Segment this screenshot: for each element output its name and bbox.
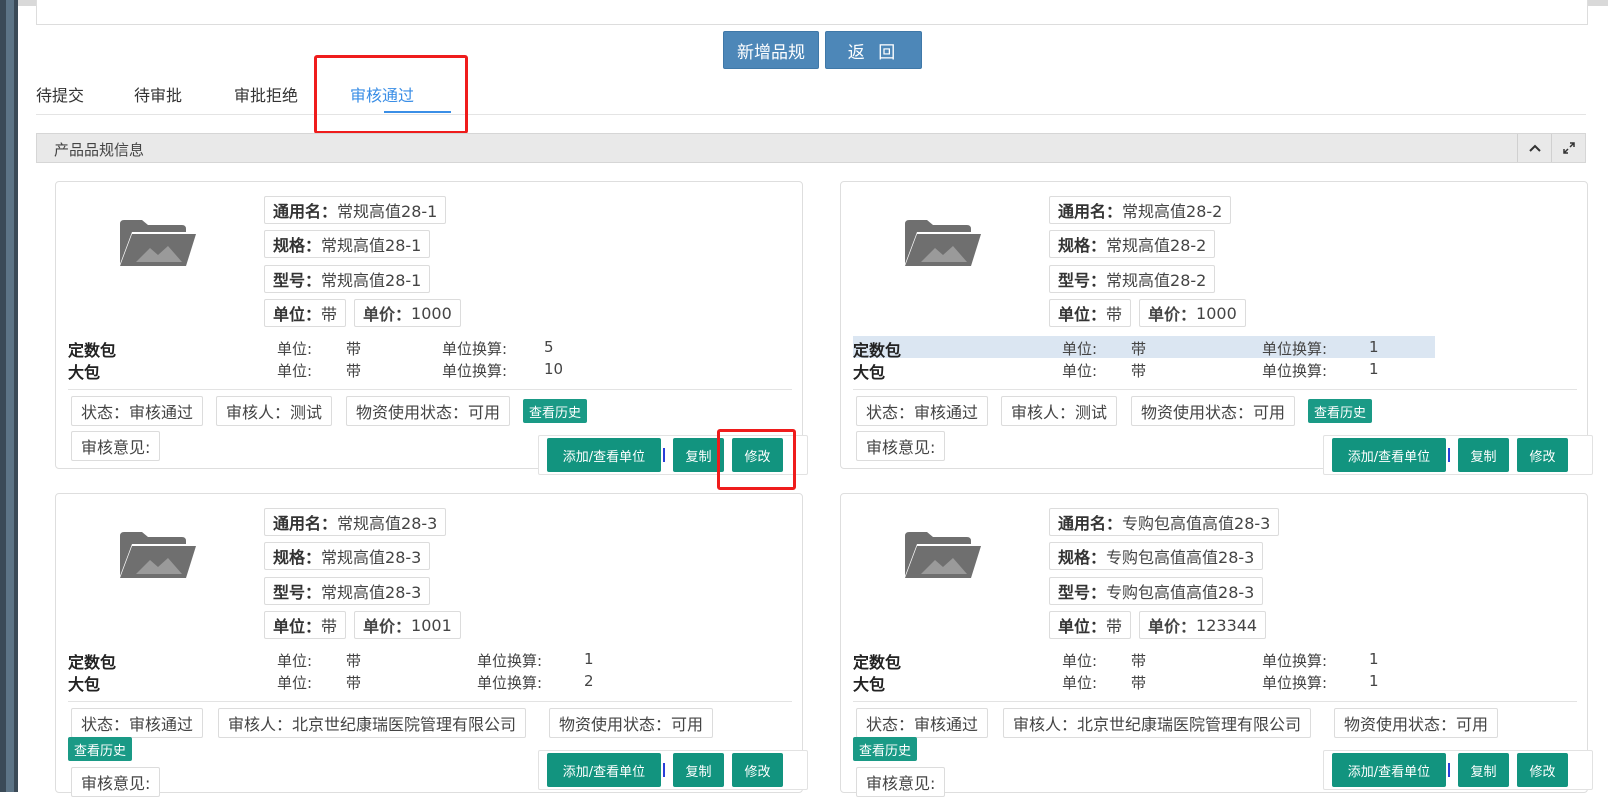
separator <box>1448 763 1450 777</box>
back-button[interactable]: 返 回 <box>825 31 922 69</box>
spec-card: 通用名：常规高值28-3 规格：常规高值28-3 型号：常规高值28-3 单位：… <box>55 493 808 797</box>
toolbar: 新增品规 返 回 <box>723 31 922 69</box>
tab-pending-approval[interactable]: 待审批 <box>134 82 182 106</box>
view-history-button[interactable]: 查看历史 <box>68 737 133 761</box>
edit-button[interactable]: 修改 <box>1517 438 1568 472</box>
package-row: 大包 单位: 带 单位换算: 10 <box>68 360 564 382</box>
usage-status-badge: 物资使用状态：可用 <box>1334 708 1499 738</box>
unit-field: 单位：带 <box>1049 611 1132 639</box>
review-opinion: 审核意见: <box>71 431 161 461</box>
price-field: 单价： 1001 <box>354 611 461 639</box>
usage-status-badge: 物资使用状态：可用 <box>1131 396 1296 426</box>
copy-button[interactable]: 复制 <box>673 753 724 787</box>
folder-image-icon <box>120 220 196 266</box>
unit-field: 单位：带 <box>1049 299 1132 327</box>
unit-field: 单位：带 <box>264 611 347 639</box>
spec-field: 规格：常规高值28-1 <box>264 230 431 258</box>
reviewer-badge: 审核人：北京世纪康瑞医院管理有限公司 <box>218 708 527 738</box>
package-row: 定数包 单位: 带 单位换算: 1 <box>68 650 594 672</box>
separator <box>663 763 665 777</box>
spec-field: 规格：常规高值28-2 <box>1049 230 1216 258</box>
generic-name-field: 通用名：常规高值28-2 <box>1049 196 1232 224</box>
card-actions: 添加/查看单位 复制 修改 <box>1323 750 1593 790</box>
edit-button[interactable]: 修改 <box>732 753 783 787</box>
spec-card: 通用名：常规高值28-1 规格：常规高值28-1 型号：常规高值28-1 单位：… <box>55 181 808 475</box>
status-badge: 状态：审核通过 <box>856 708 989 738</box>
package-row: 定数包 单位: 带 单位换算: 1 <box>853 650 1379 672</box>
package-row: 定数包 单位: 带 单位换算: 5 <box>68 338 554 360</box>
highlight-box-approved-tab <box>314 55 468 134</box>
generic-name-field: 通用名：专购包高值高值28-3 <box>1049 508 1280 536</box>
spec-card: 通用名：专购包高值高值28-3 规格：专购包高值高值28-3 型号：专购包高值高… <box>840 493 1593 797</box>
model-field: 型号：专购包高值高值28-3 <box>1049 577 1264 605</box>
reviewer-badge: 审核人：北京世纪康瑞医院管理有限公司 <box>1003 708 1312 738</box>
reviewer-badge: 审核人：测试 <box>216 396 333 426</box>
model-field: 型号：常规高值28-2 <box>1049 265 1216 293</box>
copy-button[interactable]: 复制 <box>1458 753 1509 787</box>
chevron-up-icon[interactable] <box>1517 134 1551 162</box>
price-field: 单价： 123344 <box>1139 611 1267 639</box>
add-view-unit-button[interactable]: 添加/查看单位 <box>1332 438 1446 472</box>
divider <box>68 701 792 702</box>
price-field: 单价： 1000 <box>354 299 461 327</box>
divider <box>68 389 792 390</box>
separator <box>663 448 665 462</box>
folder-image-icon <box>905 220 981 266</box>
package-row-selected[interactable]: 定数包 单位: 带 单位换算: 1 <box>853 336 1435 360</box>
edit-button[interactable]: 修改 <box>1517 753 1568 787</box>
review-opinion: 审核意见: <box>856 431 946 461</box>
spec-field: 规格：常规高值28-3 <box>264 542 431 570</box>
status-badge: 状态：审核通过 <box>71 396 204 426</box>
unit-field: 单位：带 <box>264 299 347 327</box>
package-row: 大包 单位: 带 单位换算: 1 <box>853 672 1379 694</box>
price-field: 单价： 1000 <box>1139 299 1246 327</box>
panel-header: 产品品规信息 <box>36 133 1586 163</box>
separator <box>1448 448 1450 462</box>
view-history-button[interactable]: 查看历史 <box>853 737 918 761</box>
usage-status-badge: 物资使用状态：可用 <box>346 396 511 426</box>
view-history-button[interactable]: 查看历史 <box>1308 399 1373 423</box>
review-opinion: 审核意见: <box>856 767 946 797</box>
add-view-unit-button[interactable]: 添加/查看单位 <box>547 438 661 472</box>
add-view-unit-button[interactable]: 添加/查看单位 <box>547 753 661 787</box>
copy-button[interactable]: 复制 <box>1458 438 1509 472</box>
highlight-box-edit-button <box>717 429 796 490</box>
status-tabs: 待提交 待审批 审批拒绝 审核通过 <box>36 78 1586 115</box>
tab-rejected[interactable]: 审批拒绝 <box>234 82 298 106</box>
window-frame-left <box>0 0 18 792</box>
status-badge: 状态：审核通过 <box>71 708 204 738</box>
tab-pending-submit[interactable]: 待提交 <box>36 82 84 106</box>
folder-image-icon <box>120 532 196 578</box>
divider <box>853 701 1577 702</box>
status-badge: 状态：审核通过 <box>856 396 989 426</box>
folder-image-icon <box>905 532 981 578</box>
spec-field: 规格：专购包高值高值28-3 <box>1049 542 1264 570</box>
view-history-button[interactable]: 查看历史 <box>523 399 588 423</box>
model-field: 型号：常规高值28-1 <box>264 265 431 293</box>
generic-name-field: 通用名：常规高值28-3 <box>264 508 447 536</box>
top-container <box>36 0 1588 25</box>
card-actions: 添加/查看单位 复制 修改 <box>1323 435 1593 475</box>
generic-name-field: 通用名：常规高值28-1 <box>264 196 447 224</box>
spec-card: 通用名：常规高值28-2 规格：常规高值28-2 型号：常规高值28-2 单位：… <box>840 181 1593 475</box>
model-field: 型号：常规高值28-3 <box>264 577 431 605</box>
card-actions: 添加/查看单位 复制 修改 <box>538 750 808 790</box>
package-row: 大包 单位: 带 单位换算: 1 <box>853 360 1379 382</box>
expand-icon[interactable] <box>1551 134 1585 162</box>
new-spec-button[interactable]: 新增品规 <box>723 31 819 69</box>
panel-title: 产品品规信息 <box>54 141 145 159</box>
review-opinion: 审核意见: <box>71 767 161 797</box>
divider <box>853 389 1577 390</box>
usage-status-badge: 物资使用状态：可用 <box>549 708 714 738</box>
add-view-unit-button[interactable]: 添加/查看单位 <box>1332 753 1446 787</box>
reviewer-badge: 审核人：测试 <box>1001 396 1118 426</box>
package-row: 大包 单位: 带 单位换算: 2 <box>68 672 594 694</box>
